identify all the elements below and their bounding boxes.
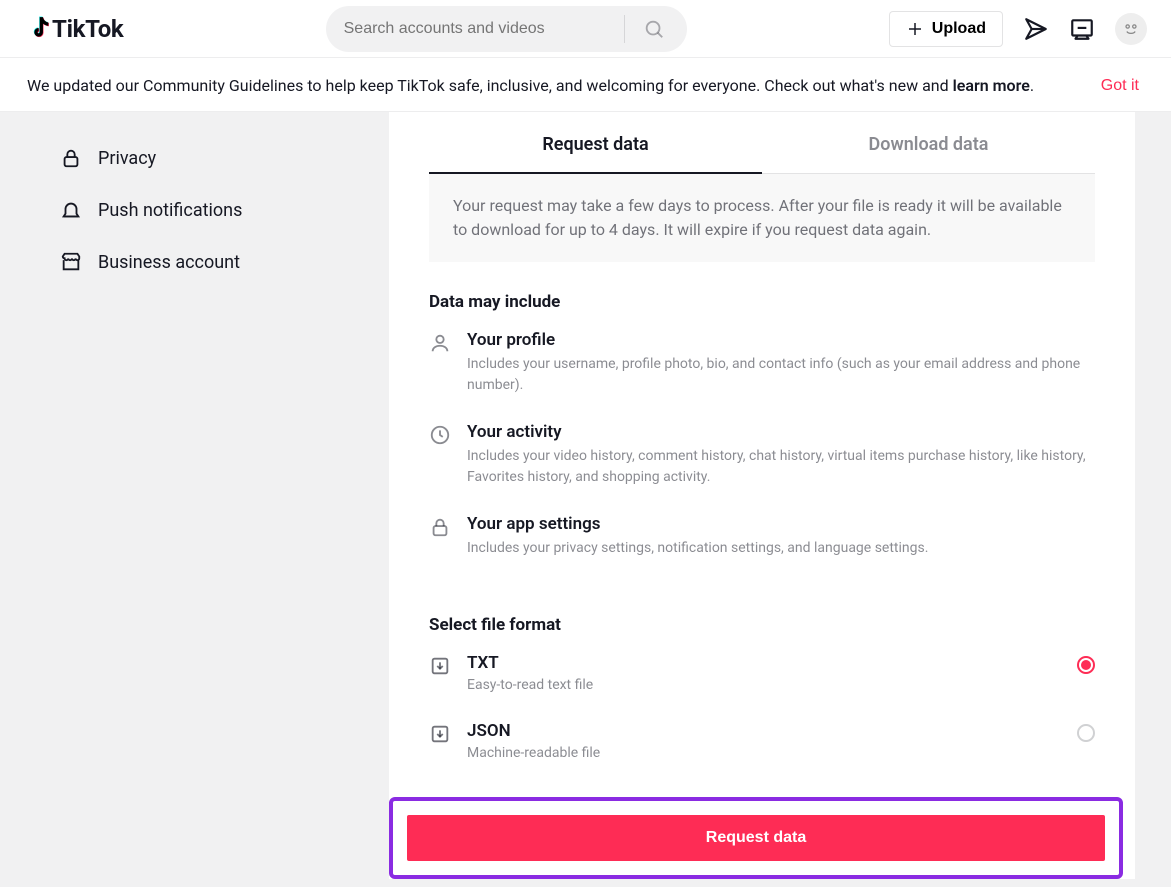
sidebar-item-label: Privacy [98,148,156,169]
data-include-desc: Includes your username, profile photo, b… [467,354,1095,396]
upload-button[interactable]: Upload [889,11,1003,47]
inbox-icon [1069,16,1095,42]
lock-icon [429,516,451,538]
avatar-icon [1121,19,1141,39]
plus-icon [906,20,924,38]
logo-text: TikTok [52,15,123,43]
tiktok-music-note-icon [24,14,50,44]
data-request-card: Request data Download data Your request … [389,112,1135,879]
person-icon [429,332,451,354]
learn-more-link[interactable]: learn more [953,76,1030,95]
search-button[interactable] [633,6,675,52]
data-tabs: Request data Download data [429,112,1095,174]
request-data-button[interactable]: Request data [407,815,1105,861]
sidebar-item-label: Business account [98,252,240,273]
data-include-title: Your activity [467,422,1095,442]
tiktok-logo[interactable]: TikTok [24,14,123,44]
data-include-activity: Your activity Includes your video histor… [389,422,1135,514]
banner-dismiss-button[interactable]: Got it [1101,77,1139,95]
bell-icon [60,199,82,221]
inbox-button[interactable] [1069,16,1095,42]
file-download-icon [429,723,451,745]
header-actions: Upload [889,11,1147,47]
data-include-heading: Data may include [429,292,1095,312]
request-button-highlight: Request data [389,797,1123,879]
profile-avatar[interactable] [1115,13,1147,45]
storefront-icon [60,251,82,273]
tab-download-data[interactable]: Download data [762,112,1095,173]
search-input[interactable] [344,20,624,38]
sidebar-item-privacy[interactable]: Privacy [28,132,389,184]
file-format-title: JSON [467,721,1061,741]
search-icon [643,18,665,40]
data-include-title: Your profile [467,330,1095,350]
file-format-title: TXT [467,653,1061,673]
sidebar: Privacy Push notifications Business acco… [0,112,389,887]
file-format-option-txt[interactable]: TXT Easy-to-read text file [389,653,1135,721]
data-include-profile: Your profile Includes your username, pro… [389,330,1135,422]
sidebar-item-business-account[interactable]: Business account [28,236,389,288]
send-icon [1023,16,1049,42]
page-body: Privacy Push notifications Business acco… [0,112,1171,887]
radio-selected[interactable] [1077,656,1095,674]
top-header: TikTok Upload [0,0,1171,58]
sidebar-item-label: Push notifications [98,200,242,221]
search-bar [326,6,687,52]
data-include-title: Your app settings [467,514,1095,534]
data-include-desc: Includes your video history, comment his… [467,446,1095,488]
file-format-option-json[interactable]: JSON Machine-readable file [389,721,1135,789]
upload-label: Upload [932,20,986,38]
announcement-banner: We updated our Community Guidelines to h… [0,58,1171,112]
banner-prefix: We updated our Community Guidelines to h… [27,76,953,95]
lock-icon [60,147,82,169]
data-include-settings: Your app settings Includes your privacy … [389,514,1135,585]
clock-icon [429,424,451,446]
file-format-desc: Easy-to-read text file [467,677,1061,693]
main-content: Request data Download data Your request … [389,112,1171,887]
messages-button[interactable] [1023,16,1049,42]
data-include-desc: Includes your privacy settings, notifica… [467,538,1095,559]
sidebar-item-push-notifications[interactable]: Push notifications [28,184,389,236]
file-download-icon [429,655,451,677]
file-format-desc: Machine-readable file [467,745,1061,761]
request-info-banner: Your request may take a few days to proc… [429,174,1095,262]
banner-period: . [1030,76,1034,95]
search-divider [624,15,625,43]
banner-text: We updated our Community Guidelines to h… [27,76,1034,95]
radio-unselected[interactable] [1077,724,1095,742]
file-format-heading: Select file format [429,615,1095,635]
tab-request-data[interactable]: Request data [429,112,762,173]
search-wrap [123,6,888,52]
